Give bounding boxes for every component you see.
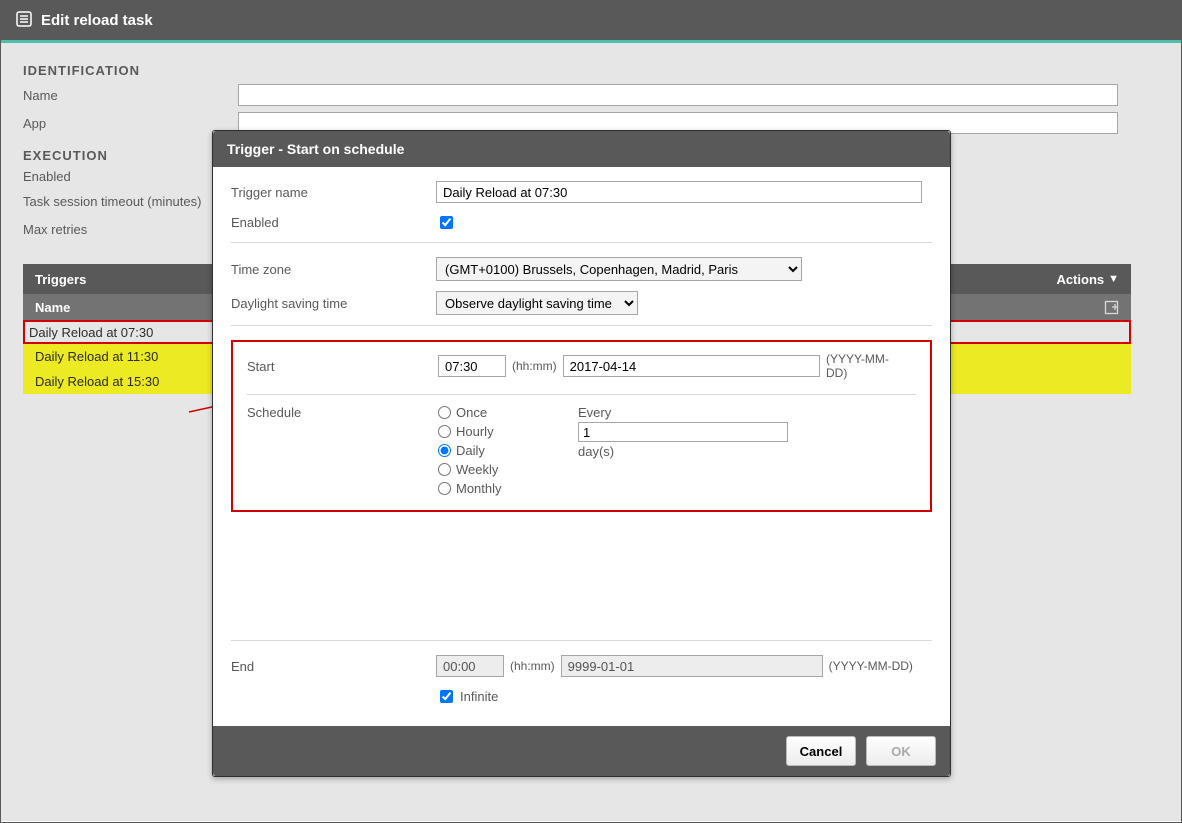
page-body: IDENTIFICATION Name App EXECUTION Enable… [1,43,1181,821]
ymd-hint: (YYYY-MM-DD) [829,659,913,673]
hhmm-hint: (hh:mm) [512,359,557,373]
schedule-label: Schedule [247,405,438,420]
trigger-enabled-checkbox[interactable] [440,216,453,229]
trigger-enabled-label: Enabled [231,215,436,230]
infinite-checkbox[interactable] [440,690,453,703]
trigger-name-label: Trigger name [231,185,436,200]
start-time-input[interactable] [438,355,506,377]
end-label: End [231,659,436,674]
end-date-input [561,655,823,677]
every-label: Every [578,405,788,420]
cancel-button[interactable]: Cancel [786,736,856,766]
dialog-footer: Cancel OK [213,726,950,776]
start-date-input[interactable] [563,355,820,377]
separator [231,242,932,243]
timezone-select[interactable]: (GMT+0100) Brussels, Copenhagen, Madrid,… [436,257,802,281]
window-header: Edit reload task [1,1,1181,43]
timezone-label: Time zone [231,262,436,277]
trigger-name-input[interactable] [436,181,922,203]
edit-reload-task-window: Edit reload task IDENTIFICATION Name App… [0,0,1182,823]
start-label: Start [247,359,438,374]
schedule-daily-radio[interactable] [438,444,451,457]
schedule-highlight-box: Start (hh:mm) (YYYY-MM-DD) Schedule Once… [231,340,932,512]
every-input[interactable] [578,422,788,442]
ymd-hint: (YYYY-MM-DD) [826,352,910,380]
ok-button[interactable]: OK [866,736,936,766]
window-title: Edit reload task [41,12,153,29]
task-icon [15,10,41,32]
dialog-title: Trigger - Start on schedule [213,131,950,167]
schedule-weekly-radio[interactable] [438,463,451,476]
schedule-hourly-radio[interactable] [438,425,451,438]
schedule-once-radio[interactable] [438,406,451,419]
separator [247,394,916,395]
dst-select[interactable]: Observe daylight saving time [436,291,638,315]
infinite-label: Infinite [460,689,498,704]
modal-overlay: Trigger - Start on schedule Trigger name… [1,43,1181,821]
every-unit: day(s) [578,444,788,459]
dst-label: Daylight saving time [231,296,436,311]
trigger-dialog: Trigger - Start on schedule Trigger name… [212,130,951,777]
schedule-monthly-radio[interactable] [438,482,451,495]
separator [231,640,932,641]
end-time-input [436,655,504,677]
hhmm-hint: (hh:mm) [510,659,555,673]
separator [231,325,932,326]
